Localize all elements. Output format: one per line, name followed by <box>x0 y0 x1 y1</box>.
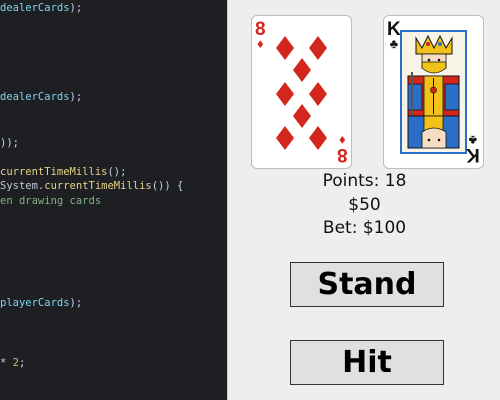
diamond-pip-icon <box>276 36 294 60</box>
code-line: )); <box>0 137 19 149</box>
card-corner-bottom: 8 ♦ <box>337 133 348 165</box>
money-label: $50 <box>348 195 381 215</box>
app-window: dealerCards); dealerCards);)); currentTime… <box>0 0 500 400</box>
code-line: dealerCards); <box>0 2 83 14</box>
card-eight-of-diamonds: 8 ♦ 8 ♦ <box>251 15 352 169</box>
code-line: dealerCards); <box>0 91 83 103</box>
diamond-pip-icon <box>293 58 311 82</box>
diamond-pip-icon <box>276 82 294 106</box>
stand-button[interactable]: Stand <box>290 262 444 307</box>
diamond-pip-icon <box>309 36 327 60</box>
code-line: playerCards); <box>0 297 83 309</box>
diamond-pip-icon <box>293 104 311 128</box>
code-line: * 2; <box>0 357 26 369</box>
diamond-pip-icon <box>309 82 327 106</box>
card-king-of-clubs: K ♣ K ♣ <box>383 15 484 169</box>
code-line: System.currentTimeMillis()) { <box>0 180 184 192</box>
bet-label: Bet: $100 <box>322 218 407 238</box>
hit-button[interactable]: Hit <box>290 340 444 385</box>
blackjack-game-panel: 8 ♦ 8 ♦ K ♣ K ♣ Points: 18 $50 Bet: $100… <box>227 0 500 400</box>
points-label: Points: 18 <box>322 171 407 191</box>
diamond-pip-icon <box>276 126 294 150</box>
king-face-illustration <box>400 30 467 154</box>
code-line: en drawing cards <box>0 195 102 207</box>
code-line: currentTimeMillis(); <box>0 166 127 178</box>
card-corner-top: K ♣ <box>387 20 401 50</box>
card-corner-bottom: K ♣ <box>466 133 480 165</box>
diamond-pip-icon <box>309 126 327 150</box>
card-corner-top: 8 ♦ <box>255 20 266 50</box>
code-editor[interactable]: dealerCards); dealerCards);)); currentTime… <box>0 0 227 400</box>
